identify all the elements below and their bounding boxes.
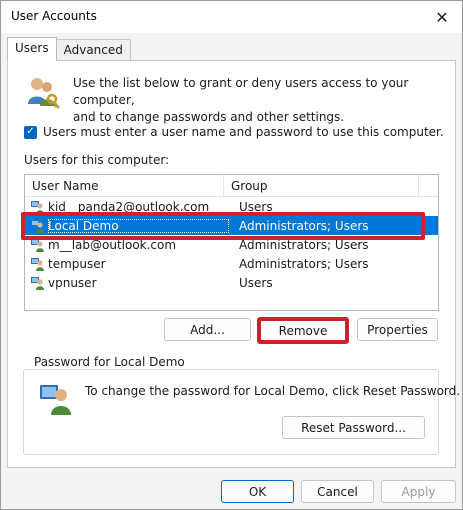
require-password-label: Users must enter a user name and passwor… <box>43 125 444 139</box>
password-instructions: To change the password for Local Demo, c… <box>85 384 461 398</box>
user-icon <box>31 276 44 290</box>
user-icon <box>31 238 44 252</box>
cell-group: Administrators; Users <box>239 218 369 233</box>
users-list-label: Users for this computer: <box>24 153 170 167</box>
tab-advanced[interactable]: Advanced <box>55 39 131 61</box>
tab-strip: Users Advanced <box>7 37 131 61</box>
add-button[interactable]: Add... <box>164 318 251 341</box>
password-group-legend: Password for Local Demo <box>31 355 188 369</box>
user-icon <box>31 257 44 271</box>
cell-group: Users <box>239 275 273 290</box>
cell-group: Users <box>239 199 273 214</box>
title-bar: User Accounts ✕ <box>1 1 462 33</box>
user-icon <box>31 219 44 233</box>
password-groupbox <box>23 369 439 455</box>
cell-user-name: vpnuser <box>48 275 97 290</box>
user-password-icon <box>40 385 71 415</box>
close-icon: ✕ <box>435 7 449 27</box>
cell-user-name: tempuser <box>48 256 106 271</box>
ok-button[interactable]: OK <box>221 480 294 503</box>
intro-line-2: and to change passwords and other settin… <box>73 110 345 124</box>
require-password-row[interactable]: ✓ Users must enter a user name and passw… <box>24 125 444 139</box>
user-accounts-dialog: User Accounts ✕ Users Advanced Use the l… <box>0 0 463 510</box>
user-icon <box>31 200 44 214</box>
cell-user-name: m__lab@outlook.com <box>48 237 177 252</box>
tab-users[interactable]: Users <box>7 37 57 61</box>
cell-group: Administrators; Users <box>239 256 369 271</box>
intro-line-1: Use the list below to grant or deny user… <box>73 76 409 107</box>
table-row[interactable]: kid__panda2@outlook.com Users <box>25 197 438 216</box>
list-rows: kid__panda2@outlook.com Users Local Demo Ad… <box>25 197 438 292</box>
table-row[interactable]: vpnuser Users <box>25 273 438 292</box>
users-key-icon <box>28 78 60 109</box>
table-row[interactable]: m__lab@outlook.com Administrators; Users <box>25 235 438 254</box>
cell-group: Administrators; Users <box>239 237 369 252</box>
reset-password-button[interactable]: Reset Password... <box>282 416 425 439</box>
require-password-checkbox[interactable]: ✓ <box>24 125 37 139</box>
intro-text: Use the list below to grant or deny user… <box>73 75 443 126</box>
column-header-user-name[interactable]: User Name <box>25 175 224 197</box>
cell-user-name: kid__panda2@outlook.com <box>48 199 210 214</box>
window-title: User Accounts <box>11 9 97 23</box>
table-row[interactable]: Local Demo Administrators; Users <box>25 216 438 235</box>
cell-user-name: Local Demo <box>48 218 229 233</box>
column-header-group[interactable]: Group <box>224 175 419 197</box>
table-row[interactable]: tempuser Administrators; Users <box>25 254 438 273</box>
users-list[interactable]: User Name Group kid__panda2@outlook.com U… <box>24 174 439 311</box>
remove-button[interactable]: Remove <box>257 317 349 344</box>
apply-button[interactable]: Apply <box>381 480 456 503</box>
close-button[interactable]: ✕ <box>426 3 458 31</box>
properties-button[interactable]: Properties <box>357 318 438 341</box>
cancel-button[interactable]: Cancel <box>301 480 374 503</box>
list-header: User Name Group <box>25 175 438 197</box>
